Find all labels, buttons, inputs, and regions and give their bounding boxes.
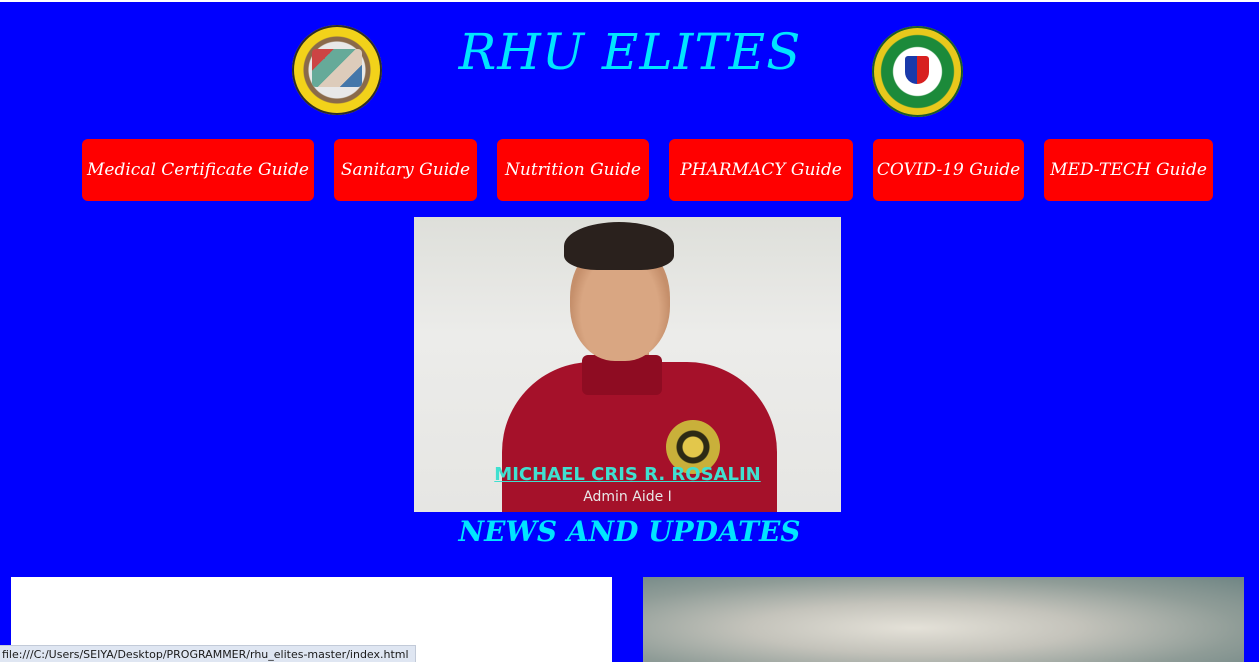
nav-covid-19-guide[interactable]: COVID-19 Guide bbox=[873, 139, 1024, 201]
nav-pharmacy-guide[interactable]: PHARMACY Guide bbox=[669, 139, 853, 201]
nav-medical-certificate-guide[interactable]: Medical Certificate Guide bbox=[82, 139, 314, 201]
news-section-title: NEWS AND UPDATES bbox=[458, 515, 801, 548]
nav-nutrition-guide[interactable]: Nutrition Guide bbox=[497, 139, 649, 201]
profile-photo: MICHAEL CRIS R. ROSALIN Admin Aide I bbox=[414, 217, 841, 512]
profile-hair bbox=[564, 222, 674, 270]
doh-seal-shield bbox=[905, 56, 929, 84]
municipality-seal-emblem bbox=[312, 49, 362, 87]
doh-seal-icon bbox=[872, 26, 963, 117]
nav-sanitary-guide[interactable]: Sanitary Guide bbox=[334, 139, 477, 201]
status-bar-url: file:///C:/Users/SEIYA/Desktop/PROGRAMME… bbox=[0, 645, 416, 662]
page: RHU ELITES Medical Certificate Guide San… bbox=[0, 0, 1259, 662]
profile-collar bbox=[582, 355, 662, 395]
top-border bbox=[0, 0, 1259, 2]
news-card-right[interactable] bbox=[643, 577, 1244, 662]
nav-med-tech-guide[interactable]: MED-TECH Guide bbox=[1044, 139, 1213, 201]
municipality-seal-icon bbox=[292, 25, 382, 115]
profile-name-link[interactable]: MICHAEL CRIS R. ROSALIN bbox=[414, 464, 841, 485]
site-title: RHU ELITES bbox=[458, 23, 802, 81]
profile-role: Admin Aide I bbox=[583, 489, 672, 505]
